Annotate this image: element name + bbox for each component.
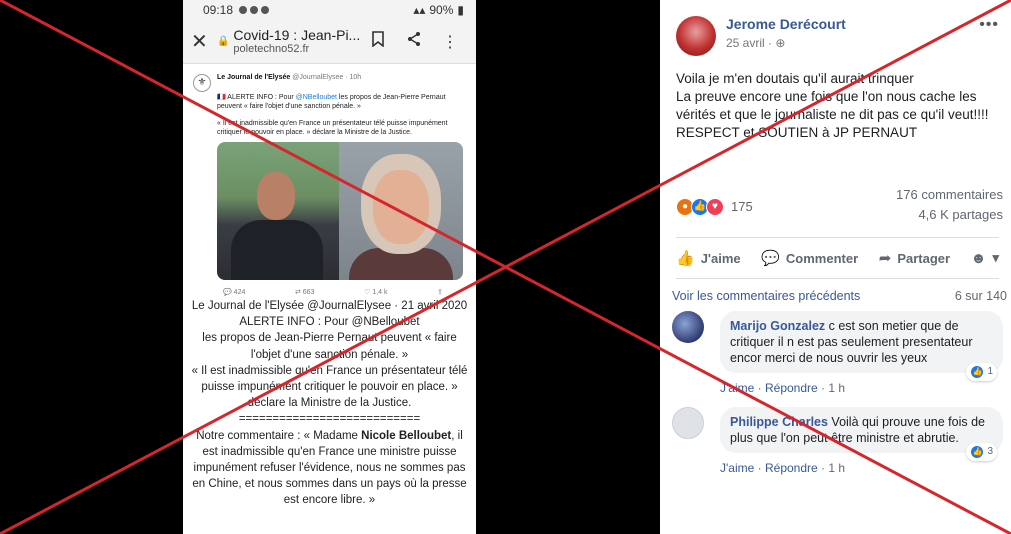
post-action-bar: 👍 J'aime 💬 Commenter ➦ Partager ☻ ▾ [676, 237, 999, 279]
reactions-count: 175 [731, 199, 753, 214]
post-text-line: La preuve encore une fois que l'on nous … [676, 89, 989, 122]
profile-switcher[interactable]: ☻ ▾ [971, 250, 999, 267]
tweet-actions: 💬 424 ⇄ 663 ♡ 1,4 k ⇪ [223, 288, 443, 296]
page-url[interactable]: poletechno52.fr [233, 43, 360, 55]
view-previous-comments[interactable]: Voir les commentaires précédents [672, 289, 860, 303]
phone-screenshot: 09:18 ▴▴ 90% ▮ ✕ 🔒 Covid-19 : Jean-Pi...… [183, 0, 476, 534]
comment-button[interactable]: 💬 Commenter [761, 249, 858, 267]
more-options-icon[interactable]: ••• [979, 16, 999, 56]
comment-like-link[interactable]: J'aime [720, 461, 754, 475]
commenter-name[interactable]: Marijo Gonzalez [730, 319, 825, 333]
comment: Philippe Charles Voilà qui prouve une fo… [660, 407, 1011, 475]
status-bar: 09:18 ▴▴ 90% ▮ [183, 0, 476, 20]
comment-reply-link[interactable]: Répondre [765, 381, 818, 395]
bookmark-icon[interactable] [360, 31, 396, 52]
commenter-avatar[interactable] [672, 407, 704, 439]
like-button[interactable]: 👍 J'aime [676, 249, 741, 267]
notification-icons [239, 6, 270, 14]
presenter-photo [217, 141, 339, 280]
post-author[interactable]: Jerome Derécourt [726, 16, 979, 32]
lock-icon: 🔒 [216, 36, 230, 47]
reactions-summary[interactable]: ● 👍 ♥ 175 [676, 188, 753, 225]
battery-icon: ▮ [457, 3, 464, 17]
caption-line: ALERTE INFO : Pour @NBelloubet [239, 316, 420, 329]
like-reaction-icon: 👍 [970, 365, 985, 379]
tweet-mention: @NBelloubet [295, 94, 337, 101]
caption-line: « Il est inadmissible qu'en France un pr… [191, 364, 468, 410]
author-avatar[interactable] [676, 16, 716, 56]
status-time: 09:18 [203, 3, 234, 17]
close-icon[interactable]: ✕ [191, 29, 217, 54]
tweet-account-name: Le Journal de l'Elysée [217, 74, 291, 81]
tweet-retweet-count: ⇄ 663 [294, 288, 315, 296]
page-title: Covid-19 : Jean-Pi... [233, 26, 361, 43]
tweet-line1-prefix: 🇫🇷 ALERTE INFO : Pour [217, 94, 296, 101]
public-globe-icon: ⊕ [775, 36, 786, 50]
thumbs-up-icon: 👍 [676, 250, 695, 267]
comment-reply-link[interactable]: Répondre [765, 461, 818, 475]
shares-count[interactable]: 4,6 K partages [896, 205, 1003, 225]
comment: Marijo Gonzalez c est son metier que de … [660, 311, 1011, 395]
facebook-post: Jerome Derécourt 25 avril · ⊕ ••• Voila … [660, 0, 1011, 534]
tweet-reply-count: 💬 424 [223, 288, 246, 296]
profile-icon: ☻ [970, 249, 987, 267]
tweet-line2: « Il est inadmissible qu'en France un pr… [217, 120, 448, 136]
share-icon[interactable] [396, 31, 432, 52]
comment-like-badge[interactable]: 👍 3 [966, 443, 997, 461]
post-text-line: Voila je m'en doutais qu'il aurait trinq… [676, 71, 914, 86]
chevron-down-icon: ▾ [992, 250, 999, 265]
caption-line: Le Journal de l'Elysée @JournalElysee · … [191, 300, 468, 312]
browser-url-bar: ✕ 🔒 Covid-19 : Jean-Pi... poletechno52.f… [183, 20, 476, 64]
tweet-share-icon: ⇪ [437, 288, 443, 296]
comment-like-badge[interactable]: 👍 1 [966, 363, 997, 381]
tweet-avatar: ⚜ [193, 74, 211, 92]
comment-time: 1 h [828, 381, 846, 395]
post-date[interactable]: 25 avril · ⊕ [726, 36, 979, 50]
comments-count[interactable]: 176 commentaires [896, 185, 1003, 205]
tweet-text: 🇫🇷 ALERTE INFO : Pour @NBelloubet les pr… [217, 94, 466, 138]
editor-comment: Notre commentaire : « Madame Nicole Bell… [192, 429, 467, 507]
comments-pager: 6 sur 140 [954, 289, 1007, 303]
caption-separator: =========================== [238, 413, 421, 426]
comment-time: 1 h [828, 461, 846, 475]
tweet-images [217, 141, 463, 280]
post-text-line: RESPECT et SOUTIEN à JP PERNAUT [676, 125, 918, 140]
post-text: Voila je m'en doutais qu'il aurait trinq… [660, 70, 1011, 142]
comment-bubble: Marijo Gonzalez c est son metier que de … [720, 311, 1003, 381]
commenter-name[interactable]: Philippe Charles [730, 415, 828, 429]
comment-bubble: Philippe Charles Voilà qui prouve une fo… [720, 407, 1003, 461]
tweet-account-handle: @JournalElysee · 10h [292, 74, 362, 81]
article-caption: Le Journal de l'Elysée @JournalElysee · … [183, 298, 476, 509]
commenter-avatar[interactable] [672, 311, 704, 343]
tweet-like-count: ♡ 1,4 k [364, 288, 388, 296]
battery-level: 90% [429, 3, 454, 17]
share-arrow-icon: ➦ [878, 250, 892, 267]
share-button[interactable]: ➦ Partager [879, 249, 950, 267]
embedded-tweet: ⚜ Le Journal de l'Elysée @JournalElysee … [193, 74, 466, 296]
comment-like-link[interactable]: J'aime [720, 381, 754, 395]
signal-icon: ▴▴ [413, 3, 426, 17]
speech-bubble-icon: 💬 [761, 250, 780, 267]
kebab-menu-icon[interactable]: ⋮ [432, 32, 468, 52]
post-stats: ● 👍 ♥ 175 176 commentaires 4,6 K partage… [660, 185, 1011, 225]
like-reaction-icon: 👍 [970, 445, 985, 459]
caption-line: les propos de Jean-Pierre Pernaut peuven… [202, 332, 457, 361]
minister-photo [339, 141, 463, 280]
love-reaction-icon: ♥ [706, 197, 724, 216]
